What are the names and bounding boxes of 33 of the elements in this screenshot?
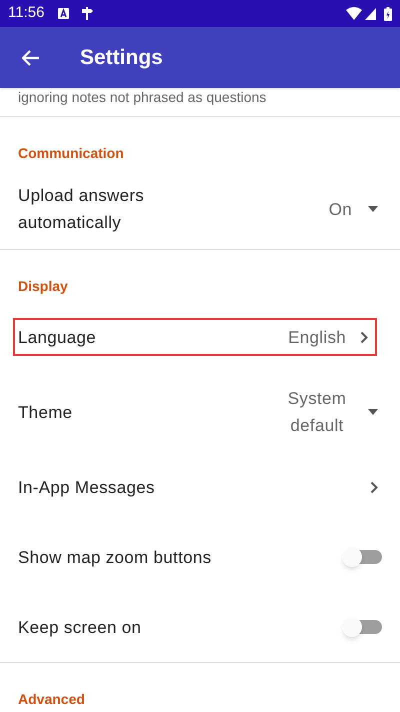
preference-row[interactable]: Theme System default xyxy=(18,372,382,452)
preference-summary: ignoring notes not phrased as questions xyxy=(18,88,266,105)
preference-row[interactable]: In-App Messages xyxy=(18,452,382,522)
section-header: Advanced xyxy=(18,690,85,709)
preference-row[interactable]: Keep screen on xyxy=(18,592,382,662)
clock: 11:56 xyxy=(8,3,44,24)
preference-value: On xyxy=(328,198,352,220)
preference-row[interactable]: Show map zoom buttons xyxy=(18,522,382,592)
section-header: Communication xyxy=(18,144,124,163)
back-arrow-icon xyxy=(22,50,40,66)
chevron-right-icon xyxy=(360,330,368,344)
toggle-switch[interactable] xyxy=(342,617,382,637)
keyboard-icon xyxy=(58,8,70,19)
signpost-icon xyxy=(81,7,94,20)
preference-title: In-App Messages xyxy=(18,476,155,498)
battery-icon xyxy=(384,6,392,20)
chevron-right-icon xyxy=(370,480,378,494)
preference-title: Theme xyxy=(18,402,72,424)
preference-value: English xyxy=(288,326,346,348)
section-header: Display xyxy=(18,277,68,296)
preference-title: Upload answers automatically xyxy=(18,185,146,234)
signal-icon xyxy=(365,8,376,20)
preference-title: Language xyxy=(18,326,96,348)
dropdown-caret-icon xyxy=(368,409,378,415)
wifi-icon xyxy=(346,7,362,20)
preference-value: System default xyxy=(286,388,348,437)
dropdown-caret-icon xyxy=(368,206,378,212)
preference-row[interactable]: Upload answers automatically On xyxy=(18,169,382,249)
screen-title: Settings xyxy=(80,44,163,71)
preference-title: Show map zoom buttons xyxy=(18,546,212,568)
highlighted-preference-row[interactable]: Language English xyxy=(13,318,377,356)
preference-title: Keep screen on xyxy=(18,616,142,638)
toggle-switch[interactable] xyxy=(342,547,382,567)
